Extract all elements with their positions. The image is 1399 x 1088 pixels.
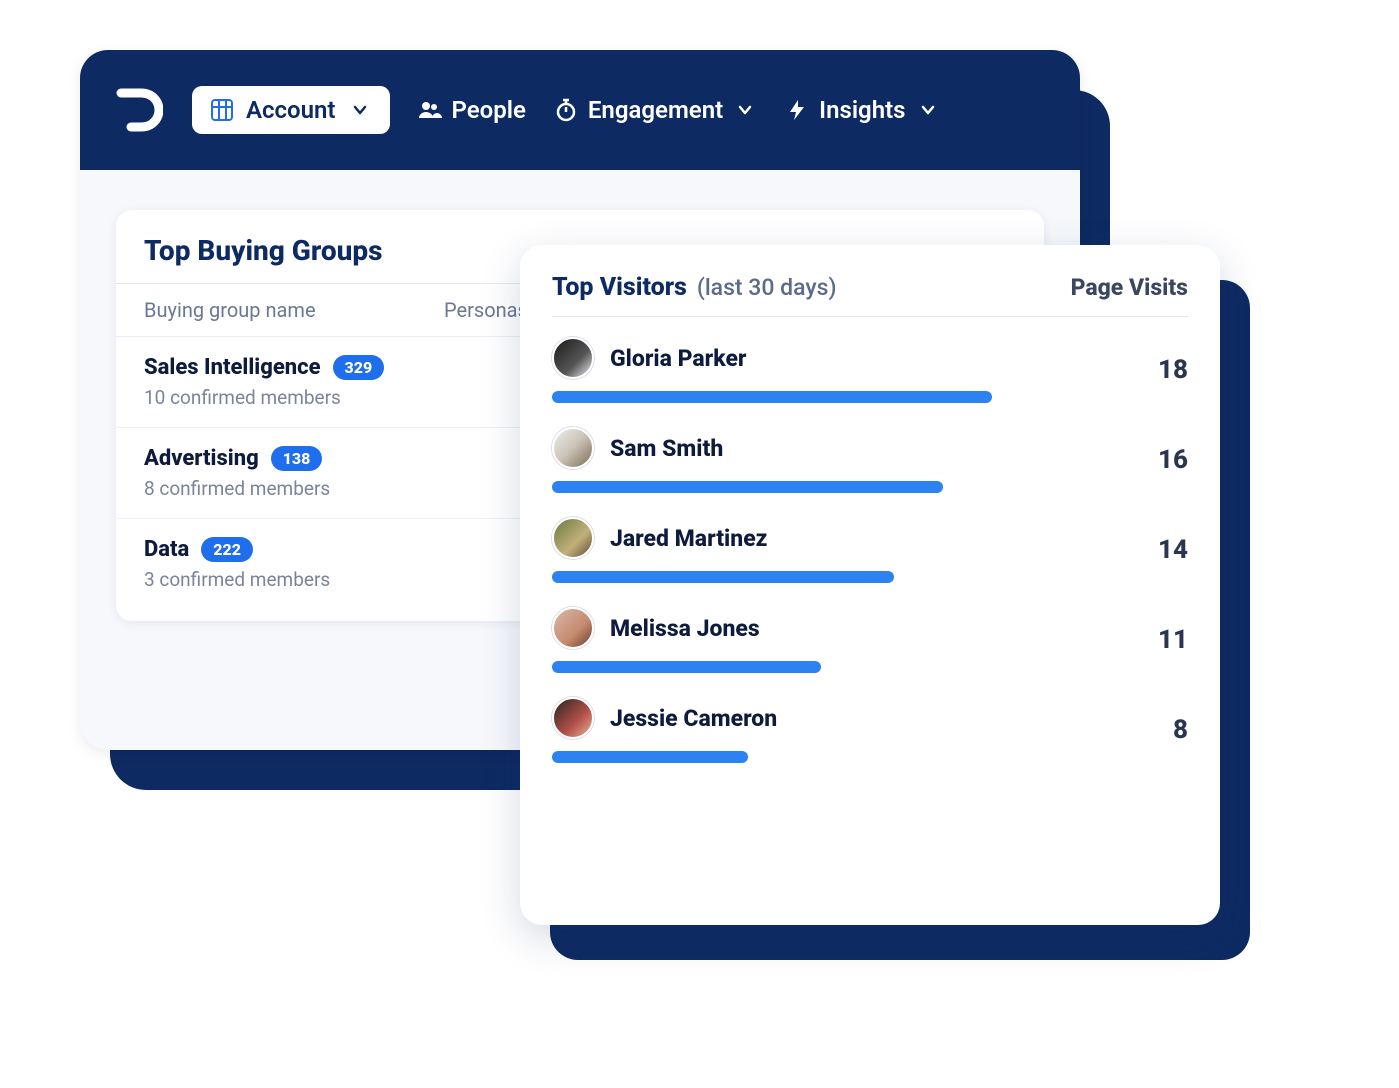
visits-bar: [552, 571, 992, 583]
visit-count: 14: [1128, 535, 1188, 565]
visitors-title: Top Visitors: [552, 273, 687, 302]
visitor-name: Sam Smith: [610, 435, 723, 462]
visit-count: 18: [1128, 355, 1188, 385]
group-count-badge: 138: [271, 446, 323, 471]
visitor-row[interactable]: Jared Martinez 14: [552, 497, 1188, 587]
group-count-badge: 222: [201, 537, 253, 562]
visits-bar: [552, 661, 992, 673]
stopwatch-icon: [554, 98, 578, 122]
visit-count: 16: [1128, 445, 1188, 475]
group-name: Data: [144, 537, 189, 562]
col-group-name: Buying group name: [144, 298, 404, 322]
page-visits-label: Page Visits: [1071, 274, 1188, 301]
nav-people[interactable]: People: [418, 96, 526, 124]
nav-people-label: People: [452, 96, 526, 124]
chevron-down-icon: [348, 98, 372, 122]
avatar: [552, 517, 594, 559]
visitor-name: Melissa Jones: [610, 615, 760, 642]
avatar: [552, 427, 594, 469]
nav-engagement[interactable]: Engagement: [554, 96, 757, 124]
visit-count: 11: [1128, 625, 1188, 655]
chevron-down-icon: [733, 98, 757, 122]
group-name: Sales Intelligence: [144, 355, 321, 380]
app-header: Account People Engagement: [80, 50, 1080, 170]
nav-engagement-label: Engagement: [588, 96, 723, 124]
visitor-row[interactable]: Jessie Cameron 8: [552, 677, 1188, 767]
account-label: Account: [246, 96, 336, 124]
visit-count: 8: [1128, 715, 1188, 745]
grid-icon: [210, 98, 234, 122]
visits-bar: [552, 751, 992, 763]
visitor-row[interactable]: Sam Smith 16: [552, 407, 1188, 497]
visits-bar: [552, 391, 992, 403]
visitor-name: Gloria Parker: [610, 345, 746, 372]
visitors-header: Top Visitors (last 30 days) Page Visits: [552, 273, 1188, 317]
col-personas: Personas: [444, 298, 528, 322]
top-visitors-card: Top Visitors (last 30 days) Page Visits …: [520, 245, 1220, 925]
visitor-row[interactable]: Melissa Jones 11: [552, 587, 1188, 677]
brand-logo: [112, 84, 164, 136]
avatar: [552, 337, 594, 379]
visitor-name: Jared Martinez: [610, 525, 767, 552]
visits-bar: [552, 481, 992, 493]
nav-insights-label: Insights: [819, 96, 905, 124]
people-icon: [418, 98, 442, 122]
group-count-badge: 329: [333, 355, 385, 380]
chevron-down-icon: [916, 98, 940, 122]
visitors-subtitle: (last 30 days): [697, 274, 837, 301]
bolt-icon: [785, 98, 809, 122]
account-dropdown[interactable]: Account: [192, 86, 390, 134]
avatar: [552, 607, 594, 649]
nav-insights[interactable]: Insights: [785, 96, 939, 124]
avatar: [552, 697, 594, 739]
visitor-row[interactable]: Gloria Parker 18: [552, 317, 1188, 407]
group-name: Advertising: [144, 446, 259, 471]
visitor-name: Jessie Cameron: [610, 705, 777, 732]
